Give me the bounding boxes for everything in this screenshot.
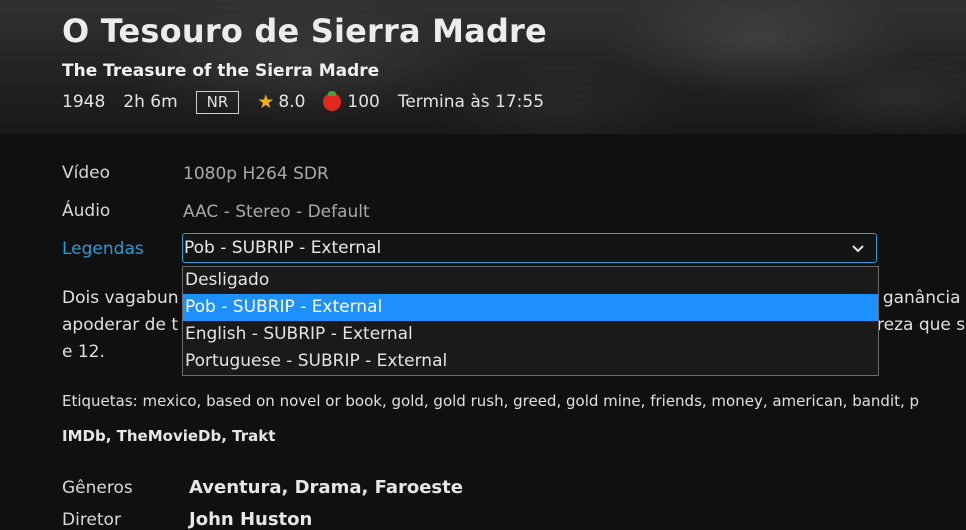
overview-line-2-start: apoderar de t xyxy=(62,315,178,335)
genre-separator: , xyxy=(281,477,295,498)
imdb-link[interactable]: IMDb xyxy=(62,427,106,445)
subtitle-option-off[interactable]: Desligado xyxy=(183,267,878,294)
audio-label: Áudio xyxy=(62,201,111,221)
overview-line-2-end: reza que se xyxy=(877,315,966,335)
star-icon: ★ xyxy=(257,91,275,113)
external-links: IMDb, TheMovieDb, Trakt xyxy=(62,427,275,445)
link-separator: , xyxy=(221,427,233,445)
critic-rating: 100 xyxy=(323,91,380,112)
director-label: Diretor xyxy=(62,510,121,530)
subtitles-selected-value: Pob - SUBRIP - External xyxy=(184,238,382,258)
runtime: 2h 6m xyxy=(123,92,178,112)
genre-link-faroeste[interactable]: Faroeste xyxy=(375,477,463,498)
subtitles-select[interactable]: Pob - SUBRIP - External xyxy=(182,233,877,263)
link-separator: , xyxy=(105,427,117,445)
genres-label: Gêneros xyxy=(62,478,133,498)
tmdb-link[interactable]: TheMovieDb xyxy=(117,427,222,445)
genre-link-aventura[interactable]: Aventura xyxy=(189,477,282,498)
ends-at: Termina às 17:55 xyxy=(397,92,545,112)
subtitle-option-pob[interactable]: Pob - SUBRIP - External xyxy=(183,294,878,321)
hero-backdrop: O Tesouro de Sierra Madre The Treasure o… xyxy=(0,0,966,134)
chevron-down-icon xyxy=(852,245,864,253)
media-meta-row: 1948 2h 6m NR ★ 8.0 100 Termina às 17:55 xyxy=(62,89,562,115)
community-rating: ★ 8.0 xyxy=(257,91,305,113)
trakt-link[interactable]: Trakt xyxy=(232,427,275,445)
year: 1948 xyxy=(62,92,106,112)
tomato-icon xyxy=(323,91,342,111)
genres-list: Aventura, Drama, Faroeste xyxy=(189,477,463,498)
overview-line-1-start: Dois vagabun xyxy=(62,288,179,308)
overview-line-1-end: a ganância xyxy=(867,288,961,308)
subtitle-option-english[interactable]: English - SUBRIP - External xyxy=(183,321,878,348)
original-title: The Treasure of the Sierra Madre xyxy=(62,61,380,81)
genre-link-drama[interactable]: Drama xyxy=(295,477,362,498)
critic-rating-value: 100 xyxy=(347,92,380,112)
video-label: Vídeo xyxy=(62,163,111,183)
audio-value: AAC - Stereo - Default xyxy=(183,202,370,222)
subtitle-option-portuguese[interactable]: Portuguese - SUBRIP - External xyxy=(183,348,878,375)
subtitles-dropdown-menu: Desligado Pob - SUBRIP - External Englis… xyxy=(182,266,879,376)
official-rating-badge: NR xyxy=(195,90,240,114)
director-value[interactable]: John Huston xyxy=(189,509,312,530)
page-title: O Tesouro de Sierra Madre xyxy=(62,12,547,50)
subtitles-label: Legendas xyxy=(62,239,144,259)
community-rating-value: 8.0 xyxy=(278,92,306,112)
tags-line: Etiquetas: mexico, based on novel or boo… xyxy=(62,392,920,410)
video-value: 1080p H264 SDR xyxy=(183,164,329,184)
genre-separator: , xyxy=(361,477,375,498)
